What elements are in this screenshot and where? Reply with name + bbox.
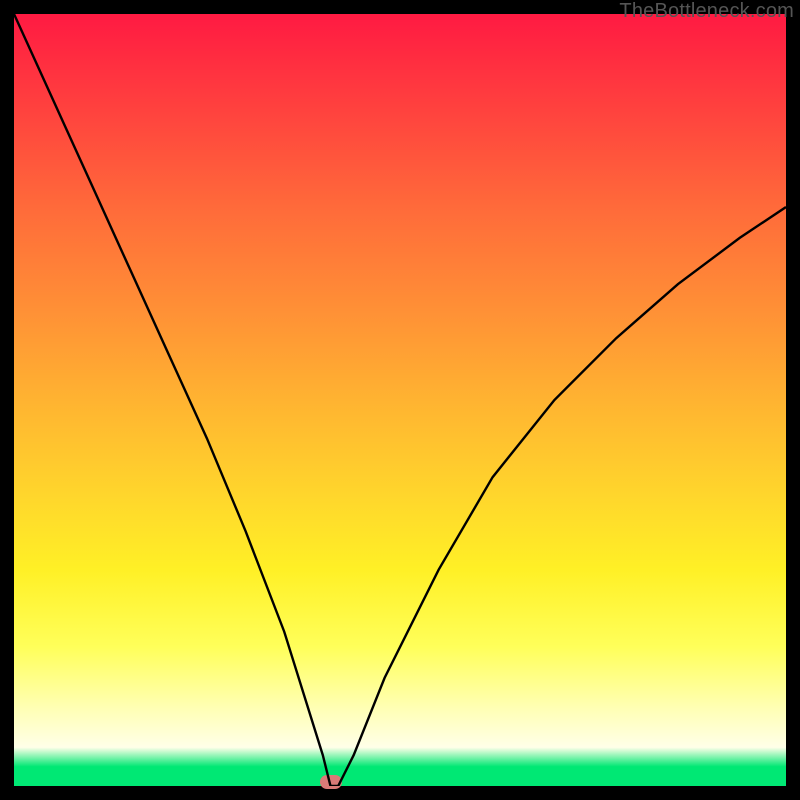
curve-path bbox=[14, 14, 786, 786]
chart-plot-area bbox=[14, 14, 786, 786]
watermark-text: TheBottleneck.com bbox=[619, 0, 794, 23]
bottleneck-curve bbox=[14, 14, 786, 786]
